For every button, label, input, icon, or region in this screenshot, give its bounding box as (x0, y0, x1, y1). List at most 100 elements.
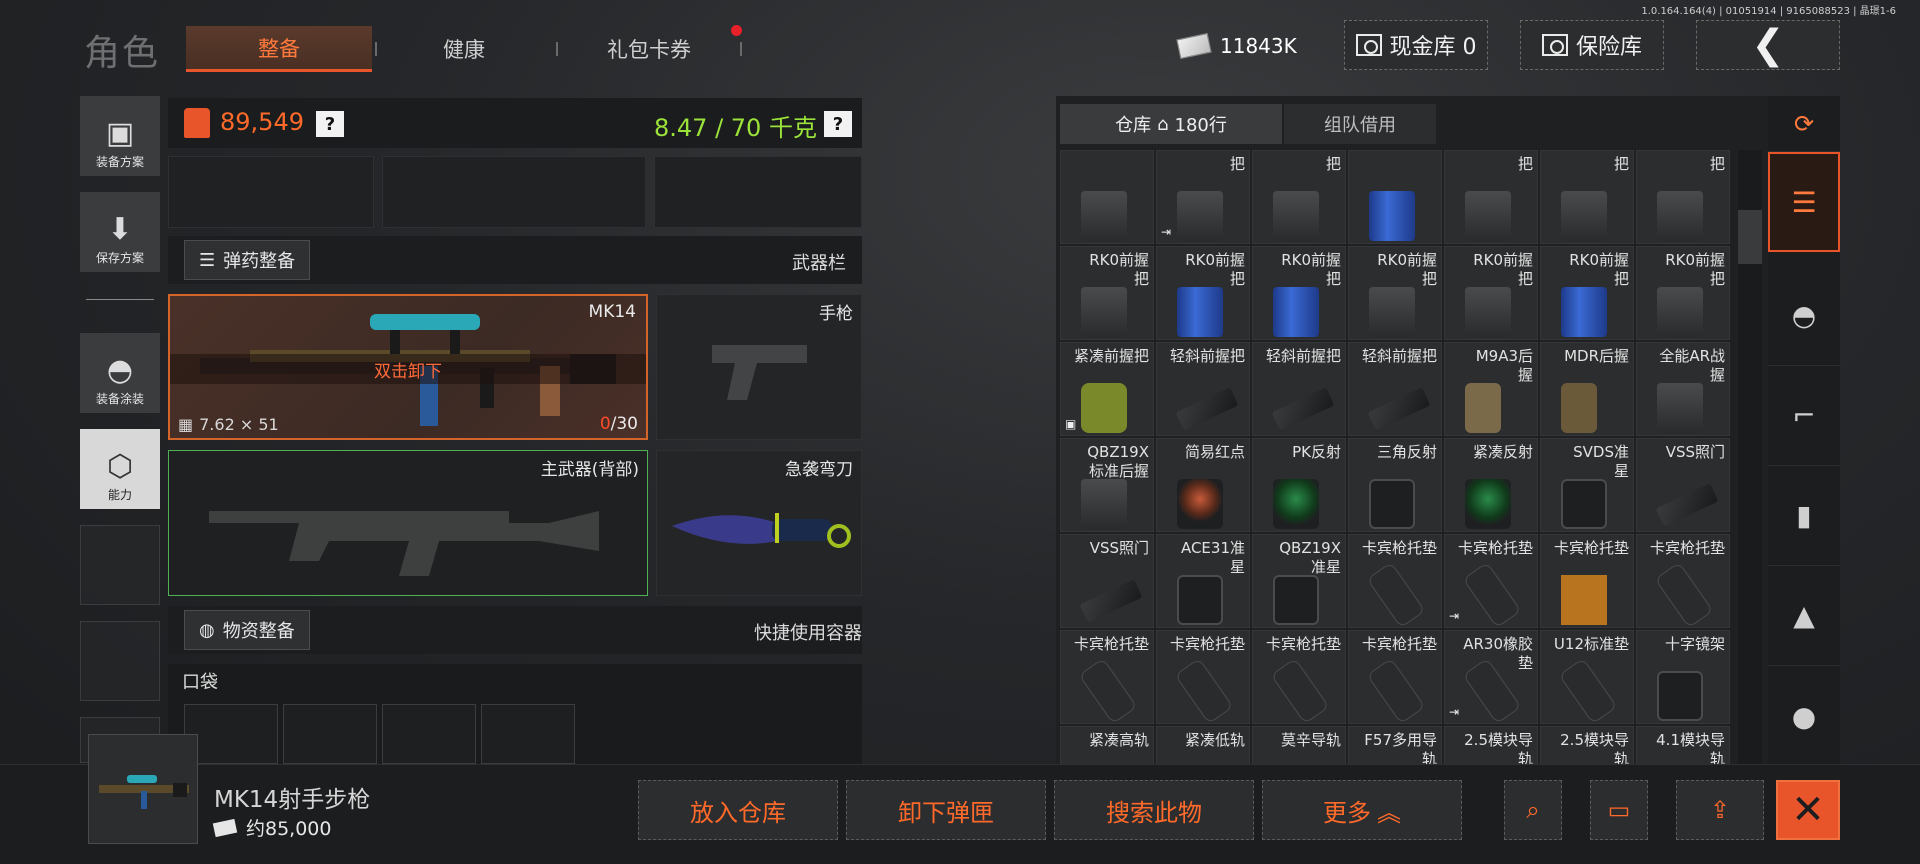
warehouse-item[interactable]: 紧凑反射 (1444, 438, 1538, 532)
warehouse-item[interactable]: RK0前握 把 (1636, 246, 1730, 340)
search-item-button[interactable]: 搜索此物 (1054, 780, 1254, 840)
sell-cart-icon[interactable]: ⇪ (1676, 780, 1764, 840)
warehouse-item[interactable]: RK0前握 把 (1060, 246, 1154, 340)
rifle-placeholder-icon (209, 511, 599, 576)
tab-gift-cards[interactable]: 礼包卡券 (556, 26, 742, 72)
warehouse-item[interactable]: 把 (1252, 150, 1346, 244)
helmet-icon[interactable]: ◓ (1768, 266, 1840, 366)
weapon-slot-primary[interactable]: MK14 双击卸下 ▦ 7.62 × 51 0/30 (168, 294, 648, 440)
gear-slot[interactable] (654, 156, 862, 228)
primary-back-label: 主武器(背部) (540, 460, 639, 480)
warehouse-item[interactable] (1348, 150, 1442, 244)
unload-magazine-button[interactable]: 卸下弹匣 (846, 780, 1046, 840)
warehouse-item[interactable]: 卡宾枪托垫 (1348, 534, 1442, 628)
warehouse-item[interactable]: 把 (1636, 150, 1730, 244)
warehouse-item[interactable]: 紧凑前握把 ▣ (1060, 342, 1154, 436)
warehouse-item[interactable]: 把 ⇥ (1156, 150, 1250, 244)
warehouse-item[interactable]: 2.5模块导 轨 (1444, 726, 1538, 764)
item-name: QBZ19X 准星 (1279, 539, 1341, 576)
pocket-slot[interactable] (283, 704, 377, 764)
side-ability-button[interactable]: ⬡ 能力 (80, 429, 160, 509)
warehouse-item[interactable]: 卡宾枪托垫 (1156, 630, 1250, 724)
close-button[interactable]: ✕ (1776, 780, 1840, 840)
warehouse-item[interactable]: 卡宾枪托垫 (1540, 534, 1634, 628)
warehouse-item[interactable]: 把 (1444, 150, 1538, 244)
weapon-slot-pistol[interactable]: 手枪 (656, 294, 862, 440)
warehouse-item[interactable]: 轻斜前握把 (1348, 342, 1442, 436)
warehouse-item[interactable]: RK0前握 把 (1156, 246, 1250, 340)
back-button[interactable]: ❮ (1696, 20, 1840, 70)
open-box-icon[interactable]: ▭ (1590, 780, 1648, 840)
warehouse-item[interactable]: 简易红点 (1156, 438, 1250, 532)
side-save-plan-button[interactable]: ⬇ 保存方案 (80, 192, 160, 272)
more-button[interactable]: 更多 ︽ (1262, 780, 1462, 840)
sort-refresh-icon[interactable]: ⟳ (1768, 96, 1840, 152)
rifle-icon[interactable]: ⌐ (1768, 366, 1840, 466)
search-icon[interactable]: ⌕ (1504, 780, 1562, 840)
supplies-loadout-button[interactable]: ◍ 物资整备 (184, 610, 310, 650)
side-skins-button[interactable]: ◓ 装备涂装 (80, 333, 160, 413)
item-image (1177, 479, 1223, 529)
side-loadout-plans-button[interactable]: ▣ 装备方案 (80, 96, 160, 176)
warehouse-item[interactable]: RK0前握 把 (1252, 246, 1346, 340)
tab-team-borrow[interactable]: 组队借用 (1284, 104, 1436, 144)
tab-equipment[interactable]: 整备 (186, 26, 372, 72)
pocket-slot[interactable] (481, 704, 575, 764)
warehouse-item[interactable]: 卡宾枪托垫 (1348, 630, 1442, 724)
warehouse-item[interactable]: PK反射 (1252, 438, 1346, 532)
tab-health[interactable]: 健康 (378, 26, 550, 72)
insurance-vault-button[interactable]: 保险库 (1520, 20, 1664, 70)
warehouse-item[interactable]: F57多用导 轨 (1348, 726, 1442, 764)
weapon-slot-melee[interactable]: 急袭弯刀 (656, 450, 862, 596)
warehouse-item[interactable]: 2.5模块导 轨 (1540, 726, 1634, 764)
warehouse-item[interactable]: U12标准垫 (1540, 630, 1634, 724)
warehouse-scroll-thumb[interactable] (1738, 210, 1762, 264)
warehouse-item[interactable]: 把 (1540, 150, 1634, 244)
magazine-icon[interactable]: ▮ (1768, 466, 1840, 566)
all-layers-icon[interactable]: ☰ (1768, 152, 1840, 252)
warehouse-item[interactable]: VSS照门 (1060, 534, 1154, 628)
warehouse-item[interactable]: 十字镜架 (1636, 630, 1730, 724)
warehouse-item[interactable]: 全能AR战 握 (1636, 342, 1730, 436)
gear-slot[interactable] (382, 156, 646, 228)
warehouse-item[interactable]: 轻斜前握把 (1252, 342, 1346, 436)
pocket-slot[interactable] (382, 704, 476, 764)
warehouse-item[interactable]: RK0前握 把 (1348, 246, 1442, 340)
warehouse-item[interactable]: RK0前握 把 (1444, 246, 1538, 340)
warehouse-item[interactable]: 卡宾枪托垫 (1636, 534, 1730, 628)
warehouse-item[interactable]: 卡宾枪托垫 (1060, 630, 1154, 724)
warehouse-item[interactable]: 卡宾枪托垫 (1252, 630, 1346, 724)
gear-slot[interactable] (168, 156, 374, 228)
warehouse-item[interactable]: ACE31准 星 (1156, 534, 1250, 628)
warehouse-item[interactable]: 4.1模块导 轨 (1636, 726, 1730, 764)
weight-help-button[interactable]: ? (824, 111, 852, 137)
tab-warehouse[interactable]: 仓库 ⌂ 180行 (1060, 104, 1282, 144)
warehouse-item[interactable]: 轻斜前握把 (1156, 342, 1250, 436)
warehouse-item[interactable]: RK0前握 把 (1540, 246, 1634, 340)
warehouse-item[interactable]: 莫辛导轨 (1252, 726, 1346, 764)
weapon-slot-primary-back[interactable]: 主武器(背部) (168, 450, 648, 596)
warehouse-item[interactable]: 紧凑低轨 (1156, 726, 1250, 764)
selected-item-price-text: 约85,000 (246, 818, 332, 840)
warehouse-rows: 180行 (1174, 115, 1227, 136)
warehouse-item[interactable]: 卡宾枪托垫 ⇥ (1444, 534, 1538, 628)
value-help-button[interactable]: ? (316, 111, 344, 137)
warehouse-item[interactable] (1060, 150, 1154, 244)
warehouse-item[interactable]: QBZ19X 准星 (1252, 534, 1346, 628)
bullet-icon[interactable]: ▲ (1768, 566, 1840, 666)
cash-vault-button[interactable]: 现金库 0 (1344, 20, 1488, 70)
warehouse-item[interactable]: SVDS准 星 (1540, 438, 1634, 532)
warehouse-item[interactable]: MDR后握 (1540, 342, 1634, 436)
warehouse-item[interactable]: QBZ19X 标准后握 (1060, 438, 1154, 532)
item-name: MDR后握 (1564, 347, 1629, 365)
warehouse-item[interactable]: AR30橡胶 垫 ⇥ (1444, 630, 1538, 724)
warehouse-item[interactable]: VSS照门 (1636, 438, 1730, 532)
grenade-icon[interactable]: ● (1768, 666, 1840, 766)
store-in-warehouse-button[interactable]: 放入仓库 (638, 780, 838, 840)
warehouse-item[interactable]: 三角反射 (1348, 438, 1442, 532)
item-name: 卡宾枪托垫 (1553, 539, 1629, 557)
warehouse-item[interactable]: 紧凑高轨 (1060, 726, 1154, 764)
warehouse-item[interactable]: M9A3后 握 (1444, 342, 1538, 436)
ammo-loadout-button[interactable]: ☰ 弹药整备 (184, 240, 311, 280)
item-image (1081, 191, 1127, 241)
